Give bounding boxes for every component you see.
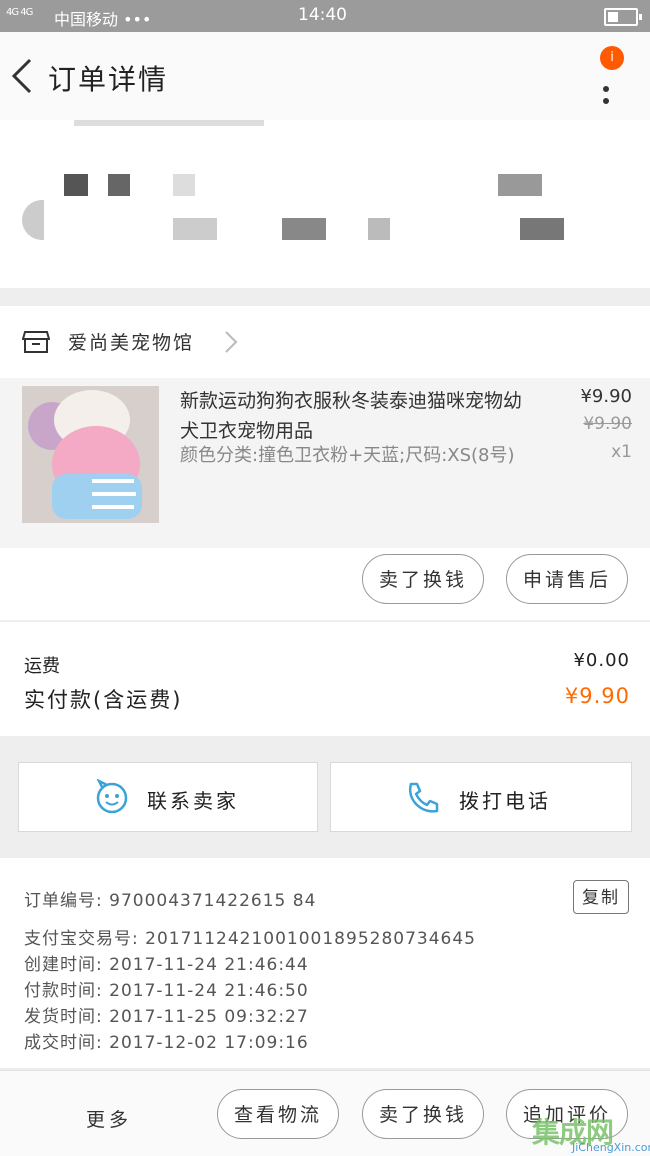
view-logistics-button[interactable]: 查看物流 xyxy=(217,1089,339,1139)
sell-button[interactable]: 卖了换钱 xyxy=(362,554,484,604)
shipping-label: 运费 xyxy=(24,656,60,677)
paid-label: 实付款(含运费) xyxy=(24,688,183,712)
product-price: ¥9.90 xyxy=(580,386,632,407)
product-title: 新款运动狗狗衣服秋冬装泰迪猫咪宠物幼犬卫衣宠物用品 xyxy=(180,390,523,442)
back-button[interactable] xyxy=(8,56,38,96)
carrier-name: 中国移动 ••• xyxy=(54,10,152,29)
completed-time: 成交时间: 2017-12-02 17:09:16 xyxy=(24,1033,309,1053)
blurred-text xyxy=(520,218,564,240)
blurred-text xyxy=(74,120,264,126)
sell-again-button[interactable]: 卖了换钱 xyxy=(362,1089,484,1139)
watermark-url: JiChengXin.com xyxy=(572,1141,650,1154)
shop-name: 爱尚美宠物馆 xyxy=(68,332,195,354)
more-actions-button[interactable]: 更多 xyxy=(86,1105,132,1132)
paid-time: 付款时间: 2017-11-24 21:46:50 xyxy=(24,981,309,1001)
blurred-text xyxy=(498,174,542,196)
product-sku: 颜色分类:撞色卫衣粉+天蓝;尺码:XS(8号) xyxy=(180,445,515,466)
blurred-text xyxy=(64,174,88,196)
more-dots-icon-dot xyxy=(603,98,609,104)
chevron-left-icon xyxy=(11,58,32,94)
call-button[interactable]: 拨打电话 xyxy=(330,762,632,832)
status-bar: 4G 4G 中国移动 ••• 14:40 xyxy=(0,0,650,32)
page-title: 订单详情 xyxy=(48,63,169,96)
product-quantity: x1 xyxy=(611,442,632,462)
paid-value: ¥9.90 xyxy=(564,684,630,708)
blurred-text xyxy=(282,218,326,240)
address-card[interactable] xyxy=(0,120,650,288)
product-image xyxy=(22,386,159,523)
blurred-text xyxy=(108,174,130,196)
after-sales-button[interactable]: 申请售后 xyxy=(506,554,628,604)
bottom-action-bar: 更多 查看物流 卖了换钱 追加评价 集成网 JiChengXin.com xyxy=(0,1070,650,1156)
contact-seller-button[interactable]: 联系卖家 xyxy=(18,762,318,832)
store-icon xyxy=(22,331,50,353)
blurred-text xyxy=(368,218,390,240)
blurred-text xyxy=(173,174,195,196)
chat-bubble-icon xyxy=(96,779,128,814)
order-info-section: 订单编号: 970004371422615 84 复制 支付宝交易号: 2017… xyxy=(0,858,650,1068)
chevron-right-icon xyxy=(225,331,238,353)
battery-icon xyxy=(604,8,642,26)
order-number: 订单编号: 970004371422615 84 xyxy=(24,891,317,911)
nav-header: 订单详情 i xyxy=(0,32,650,120)
phone-icon xyxy=(408,782,439,813)
order-item[interactable]: 新款运动狗狗衣服秋冬装泰迪猫咪宠物幼犬卫衣宠物用品 颜色分类:撞色卫衣粉+天蓝;… xyxy=(0,378,650,548)
totals-section: 运费 ¥0.00 实付款(含运费) ¥9.90 xyxy=(0,622,650,736)
original-price: ¥9.90 xyxy=(583,414,632,434)
shop-order-card: 爱尚美宠物馆 新款运动狗狗衣服秋冬装泰迪猫咪宠物幼犬卫衣宠物用品 颜色分类:撞色… xyxy=(0,306,650,620)
blurred-text xyxy=(173,218,217,240)
shipped-time: 发货时间: 2017-11-25 09:32:27 xyxy=(24,1007,309,1027)
copy-button[interactable]: 复制 xyxy=(573,880,629,914)
clock: 14:40 xyxy=(298,5,347,25)
call-label: 拨打电话 xyxy=(459,789,551,813)
more-dots-icon xyxy=(603,86,609,92)
notification-badge: i xyxy=(600,46,624,70)
created-time: 创建时间: 2017-11-24 21:46:44 xyxy=(24,955,309,975)
shop-header[interactable]: 爱尚美宠物馆 xyxy=(0,306,650,378)
more-menu-button[interactable]: i xyxy=(590,46,630,106)
alipay-number: 支付宝交易号: 2017112421001001895280734645 xyxy=(24,929,476,949)
signal-indicator: 4G 4G xyxy=(6,7,33,18)
shipping-value: ¥0.00 xyxy=(573,650,630,671)
contact-seller-label: 联系卖家 xyxy=(147,789,239,813)
location-icon xyxy=(22,200,44,240)
